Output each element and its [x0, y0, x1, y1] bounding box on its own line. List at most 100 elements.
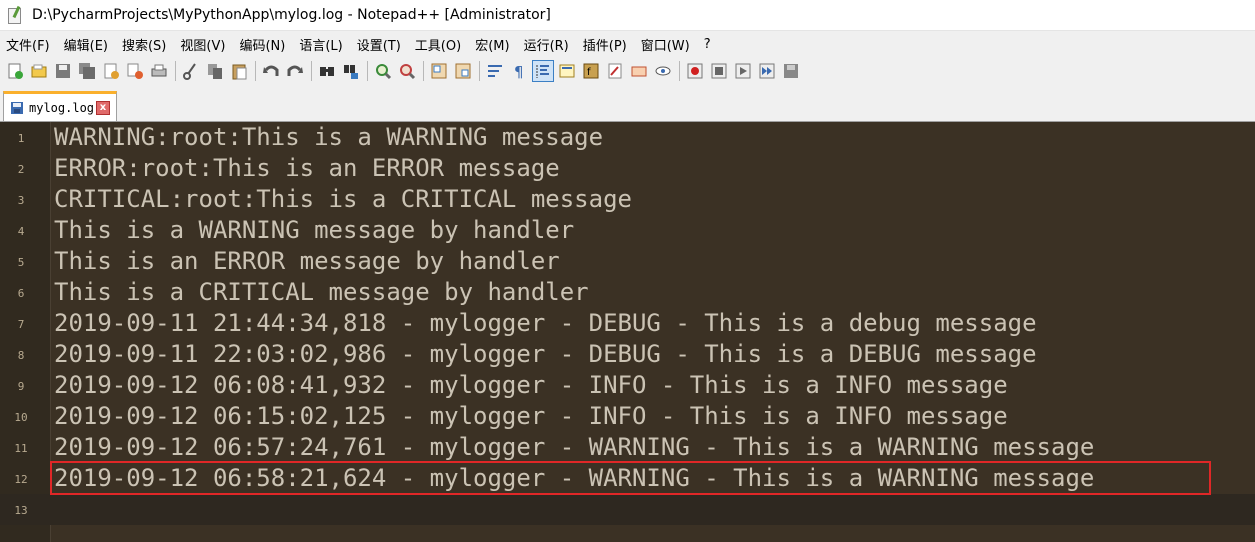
function-list-icon[interactable]: f: [581, 61, 601, 81]
zoom-out-icon[interactable]: [397, 61, 417, 81]
editor-line: 2 ERROR:root:This is an ERROR message: [0, 153, 1255, 184]
print-icon[interactable]: [149, 61, 169, 81]
line-number: 2: [17, 163, 25, 176]
line-text: 2019-09-11 22:03:02,986 - mylogger - DEB…: [54, 340, 1037, 368]
editor-line: 1 WARNING:root:This is a WARNING message: [0, 122, 1255, 153]
editor-line: 9 2019-09-12 06:08:41,932 - mylogger - I…: [0, 370, 1255, 401]
redo-icon[interactable]: [285, 61, 305, 81]
line-text: This is an ERROR message by handler: [54, 247, 560, 275]
menu-view[interactable]: 视图(V): [173, 35, 232, 54]
new-file-icon[interactable]: [5, 61, 25, 81]
editor-line: 8 2019-09-11 22:03:02,986 - mylogger - D…: [0, 339, 1255, 370]
menu-help[interactable]: ?: [697, 37, 718, 52]
cut-icon[interactable]: [181, 61, 201, 81]
find-icon[interactable]: [317, 61, 337, 81]
line-number: 10: [14, 411, 28, 424]
window-title: D:\PycharmProjects\MyPythonApp\mylog.log…: [32, 7, 551, 23]
undo-icon[interactable]: [261, 61, 281, 81]
save-icon[interactable]: [53, 61, 73, 81]
toolbar-separator: [479, 61, 480, 81]
sync-horizontal-icon[interactable]: [453, 61, 473, 81]
line-text: This is a WARNING message by handler: [54, 216, 575, 244]
line-text: 2019-09-12 06:57:24,761 - mylogger - WAR…: [54, 433, 1095, 461]
menu-search[interactable]: 搜索(S): [115, 35, 173, 54]
line-number: 3: [17, 194, 25, 207]
menu-language[interactable]: 语言(L): [292, 35, 349, 54]
close-icon[interactable]: [101, 61, 121, 81]
tab-label: mylog.log: [29, 100, 95, 115]
toolbar: ¶ f: [0, 57, 1255, 85]
menu-plugins[interactable]: 插件(P): [576, 35, 634, 54]
indent-guide-icon[interactable]: [532, 60, 554, 82]
word-wrap-icon[interactable]: [485, 61, 505, 81]
toolbar-separator: [679, 61, 680, 81]
editor-line: 11 2019-09-12 06:57:24,761 - mylogger - …: [0, 432, 1255, 463]
line-number: 9: [17, 380, 25, 393]
tab-close-icon[interactable]: x: [96, 100, 111, 115]
line-number: 6: [17, 287, 25, 300]
svg-text:f: f: [587, 67, 591, 78]
line-number: 13: [14, 504, 28, 517]
doc-map-icon[interactable]: [557, 61, 577, 81]
menu-edit[interactable]: 编辑(E): [57, 35, 115, 54]
menu-tools[interactable]: 工具(O): [408, 35, 468, 54]
monitoring-icon[interactable]: [629, 61, 649, 81]
record-macro-icon[interactable]: [685, 61, 705, 81]
line-text: 2019-09-12 06:08:41,932 - mylogger - INF…: [54, 371, 1008, 399]
svg-text:¶: ¶: [514, 63, 524, 80]
editor-line: 10 2019-09-12 06:15:02,125 - mylogger - …: [0, 401, 1255, 432]
line-number: 12: [14, 473, 28, 486]
menu-macro[interactable]: 宏(M): [468, 35, 516, 54]
line-number: 1: [17, 132, 25, 145]
notepad-plus-plus-icon: [6, 5, 22, 24]
menu-encoding[interactable]: 编码(N): [232, 35, 292, 54]
line-number: 4: [17, 225, 25, 238]
toolbar-separator: [175, 61, 176, 81]
run-macro-multiple-icon[interactable]: [757, 61, 777, 81]
menu-run[interactable]: 运行(R): [517, 35, 576, 54]
menu-file[interactable]: 文件(F): [0, 35, 57, 54]
play-macro-icon[interactable]: [733, 61, 753, 81]
editor-line: 4 This is a WARNING message by handler: [0, 215, 1255, 246]
save-macro-icon[interactable]: [781, 61, 801, 81]
toolbar-separator: [311, 61, 312, 81]
open-file-icon[interactable]: [29, 61, 49, 81]
editor[interactable]: 1 WARNING:root:This is a WARNING message…: [0, 122, 1255, 542]
line-number: 8: [17, 349, 25, 362]
editor-line-highlighted: 12 2019-09-12 06:58:21,624 - mylogger - …: [0, 463, 1255, 494]
line-text: ERROR:root:This is an ERROR message: [54, 154, 560, 182]
toolbar-separator: [255, 61, 256, 81]
editor-line: 3 CRITICAL:root:This is a CRITICAL messa…: [0, 184, 1255, 215]
folder-as-workspace-icon[interactable]: [605, 61, 625, 81]
line-text: 2019-09-12 06:15:02,125 - mylogger - INF…: [54, 402, 1008, 430]
toolbar-separator: [423, 61, 424, 81]
sync-vertical-icon[interactable]: [429, 61, 449, 81]
line-text: WARNING:root:This is a WARNING message: [54, 123, 604, 151]
menu-settings[interactable]: 设置(T): [350, 35, 408, 54]
line-number: 5: [17, 256, 25, 269]
editor-line: 7 2019-09-11 21:44:34,818 - mylogger - D…: [0, 308, 1255, 339]
editor-line: 6 This is a CRITICAL message by handler: [0, 277, 1255, 308]
copy-icon[interactable]: [205, 61, 225, 81]
editor-line-current: 13: [0, 494, 1255, 525]
line-number: 11: [14, 442, 28, 455]
eye-icon[interactable]: [653, 61, 673, 81]
zoom-in-icon[interactable]: [373, 61, 393, 81]
line-text: 2019-09-12 06:58:21,624 - mylogger - WAR…: [54, 464, 1095, 492]
replace-icon[interactable]: [341, 61, 361, 81]
tab-mylog[interactable]: mylog.log x: [3, 91, 118, 121]
stop-macro-icon[interactable]: [709, 61, 729, 81]
line-number: 7: [17, 318, 25, 331]
toolbar-separator: [367, 61, 368, 81]
line-text: 2019-09-11 21:44:34,818 - mylogger - DEB…: [54, 309, 1037, 337]
menu-window[interactable]: 窗口(W): [634, 35, 697, 54]
menu-bar: 文件(F) 编辑(E) 搜索(S) 视图(V) 编码(N) 语言(L) 设置(T…: [0, 31, 1255, 57]
editor-line: 5 This is an ERROR message by handler: [0, 246, 1255, 277]
paste-icon[interactable]: [229, 61, 249, 81]
show-all-chars-icon[interactable]: ¶: [509, 61, 529, 81]
tab-bar: mylog.log x: [0, 85, 1255, 122]
line-text: CRITICAL:root:This is a CRITICAL message: [54, 185, 632, 213]
save-all-icon[interactable]: [77, 61, 97, 81]
close-all-icon[interactable]: [125, 61, 145, 81]
line-text: This is a CRITICAL message by handler: [54, 278, 589, 306]
